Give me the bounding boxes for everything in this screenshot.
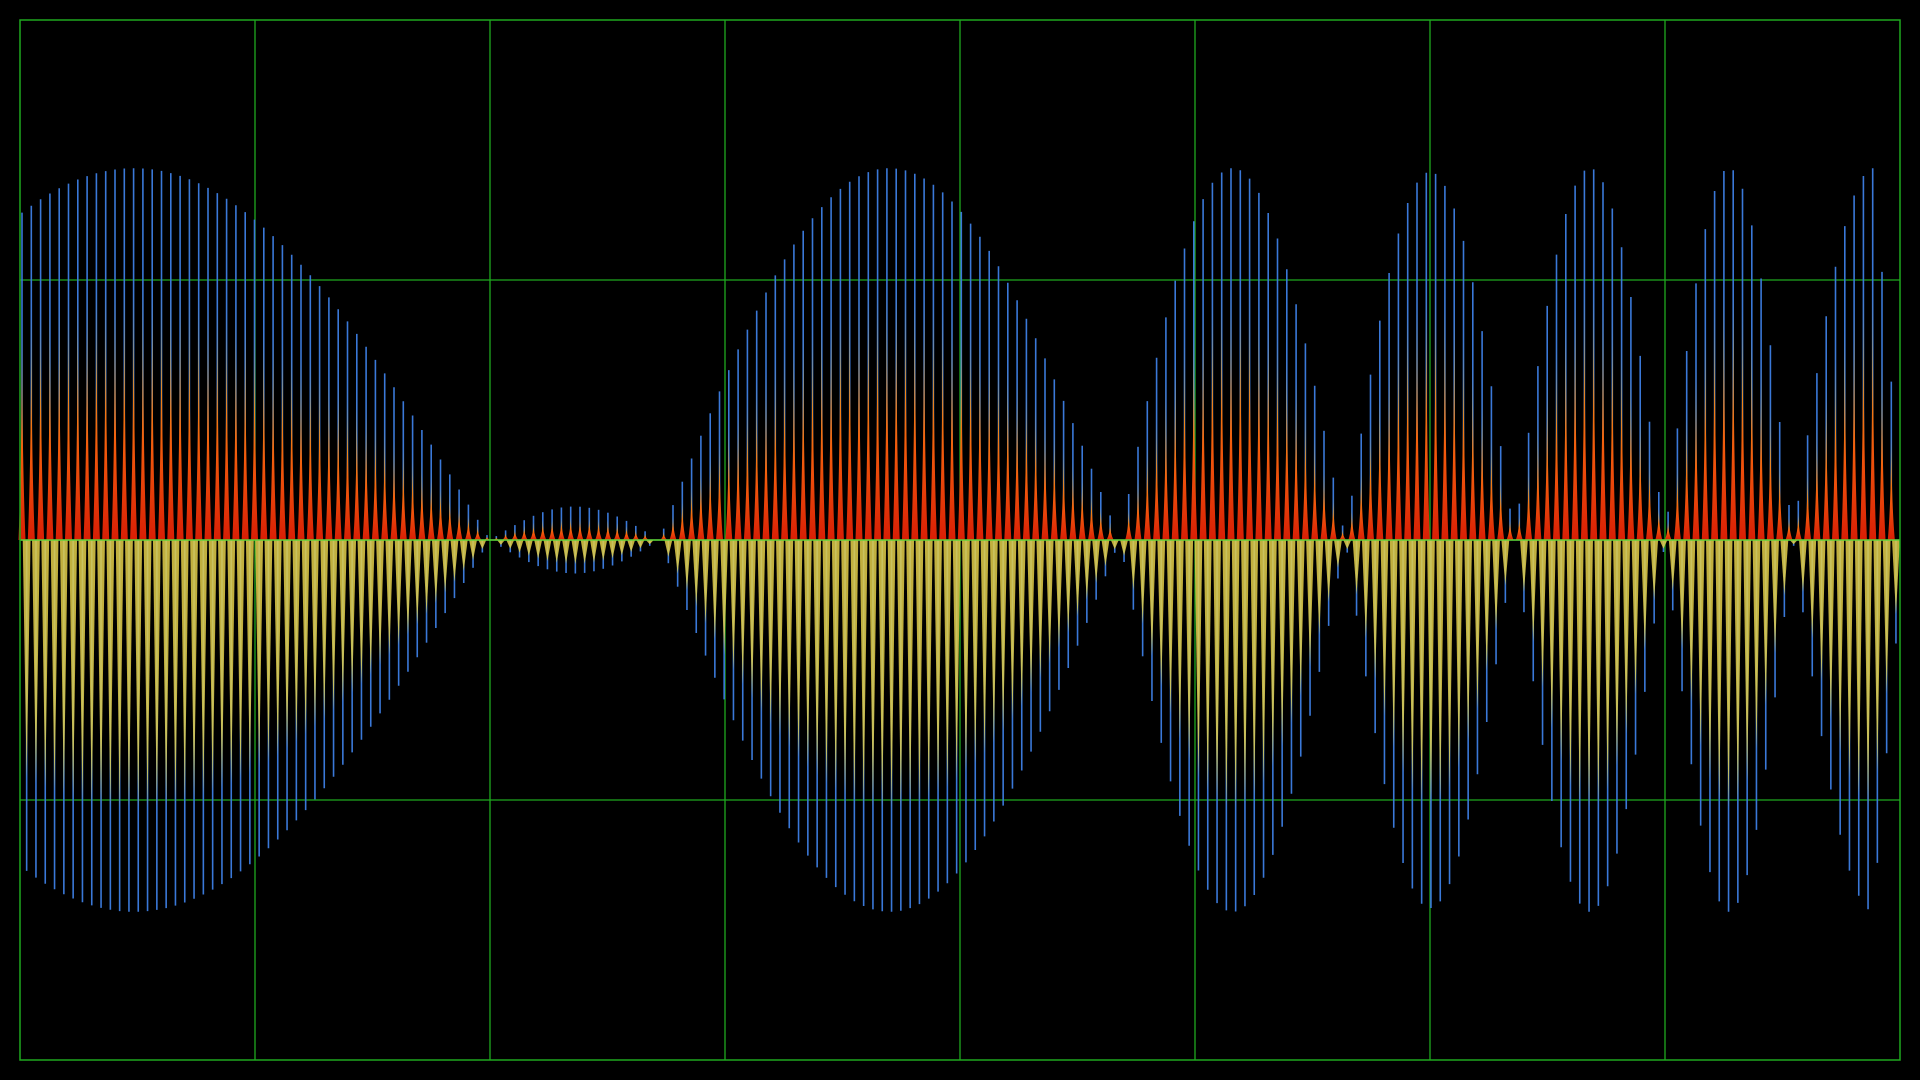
oscilloscope-display [0,0,1920,1080]
